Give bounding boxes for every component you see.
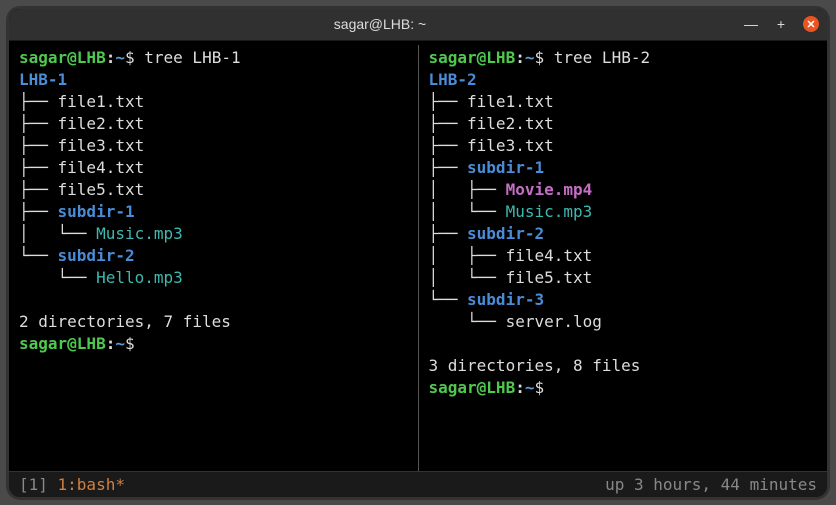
window-buttons: — + ✕ xyxy=(743,16,819,32)
command-text: tree LHB-2 xyxy=(554,48,650,67)
tree-entry: file3.txt xyxy=(58,136,145,155)
tree-entry: subdir-3 xyxy=(467,290,544,309)
terminal-window: sagar@LHB: ~ — + ✕ sagar@LHB:~$ tree LHB… xyxy=(8,8,828,498)
right-pane[interactable]: sagar@LHB:~$ tree LHB-2 LHB-2 ├── file1.… xyxy=(419,45,828,471)
tree-branch: │ └── xyxy=(429,202,506,221)
minimize-button[interactable]: — xyxy=(743,16,759,32)
maximize-button[interactable]: + xyxy=(773,16,789,32)
prompt-path: ~ xyxy=(115,334,125,353)
tree-entry: file1.txt xyxy=(58,92,145,111)
prompt-colon: : xyxy=(515,48,525,67)
tree-root: LHB-2 xyxy=(429,70,477,89)
titlebar: sagar@LHB: ~ — + ✕ xyxy=(9,9,827,41)
prompt-colon: : xyxy=(515,378,525,397)
tree-branch: ├── xyxy=(19,202,58,221)
prompt-path: ~ xyxy=(115,48,125,67)
tree-branch: │ └── xyxy=(429,268,506,287)
status-uptime: up 3 hours, 44 minutes xyxy=(605,475,817,494)
tree-entry: file4.txt xyxy=(58,158,145,177)
tree-entry: Hello.mp3 xyxy=(96,268,183,287)
tree-entry: file2.txt xyxy=(467,114,554,133)
prompt-colon: : xyxy=(106,334,116,353)
prompt-user: sagar@LHB xyxy=(19,48,106,67)
tree-entry: Music.mp3 xyxy=(96,224,183,243)
tree-root: LHB-1 xyxy=(19,70,67,89)
tree-branch: └── xyxy=(19,268,96,287)
tree-branch: └── xyxy=(429,290,468,309)
tmux-tab[interactable]: 1:bash* xyxy=(58,475,125,494)
command-text: tree LHB-1 xyxy=(144,48,240,67)
window-title: sagar@LHB: ~ xyxy=(17,16,743,32)
tmux-statusbar: [1] 1:bash* up 3 hours, 44 minutes xyxy=(9,471,827,497)
tree-branch: │ ├── xyxy=(429,180,506,199)
tree-branch: ├── xyxy=(19,136,58,155)
terminal-body[interactable]: sagar@LHB:~$ tree LHB-1 LHB-1 ├── file1.… xyxy=(9,41,827,471)
tree-entry: server.log xyxy=(506,312,602,331)
tree-entry: Movie.mp4 xyxy=(506,180,593,199)
tree-branch: ├── xyxy=(429,92,468,111)
tree-entry: file1.txt xyxy=(467,92,554,111)
tree-entry: file2.txt xyxy=(58,114,145,133)
prompt-dollar: $ xyxy=(534,378,544,397)
prompt-user: sagar@LHB xyxy=(429,378,516,397)
tree-branch: └── xyxy=(19,246,58,265)
tree-entry: file3.txt xyxy=(467,136,554,155)
prompt-dollar: $ xyxy=(125,334,135,353)
close-button[interactable]: ✕ xyxy=(803,16,819,32)
tree-branch: ├── xyxy=(429,158,468,177)
tree-branch: ├── xyxy=(19,114,58,133)
tree-entry: subdir-2 xyxy=(58,246,135,265)
tree-entry: file5.txt xyxy=(506,268,593,287)
tree-summary: 3 directories, 8 files xyxy=(429,356,641,375)
prompt-user: sagar@LHB xyxy=(19,334,106,353)
tree-branch: └── xyxy=(429,312,506,331)
left-pane[interactable]: sagar@LHB:~$ tree LHB-1 LHB-1 ├── file1.… xyxy=(9,45,418,471)
tree-entry: file5.txt xyxy=(58,180,145,199)
tree-entry: subdir-1 xyxy=(467,158,544,177)
prompt-colon: : xyxy=(106,48,116,67)
tree-entry: Music.mp3 xyxy=(506,202,593,221)
tmux-window-number: [1] xyxy=(19,475,58,494)
tree-branch: │ ├── xyxy=(429,246,506,265)
prompt-dollar: $ xyxy=(125,48,135,67)
prompt-user: sagar@LHB xyxy=(429,48,516,67)
tree-branch: ├── xyxy=(19,158,58,177)
prompt-dollar: $ xyxy=(534,48,544,67)
tree-entry: file4.txt xyxy=(506,246,593,265)
tree-branch: ├── xyxy=(429,136,468,155)
status-left: [1] 1:bash* xyxy=(19,475,605,494)
tree-branch: │ └── xyxy=(19,224,96,243)
tree-entry: subdir-2 xyxy=(467,224,544,243)
tree-branch: ├── xyxy=(19,92,58,111)
tree-branch: ├── xyxy=(429,114,468,133)
tree-branch: ├── xyxy=(429,224,468,243)
tree-branch: ├── xyxy=(19,180,58,199)
tree-summary: 2 directories, 7 files xyxy=(19,312,231,331)
tree-entry: subdir-1 xyxy=(58,202,135,221)
